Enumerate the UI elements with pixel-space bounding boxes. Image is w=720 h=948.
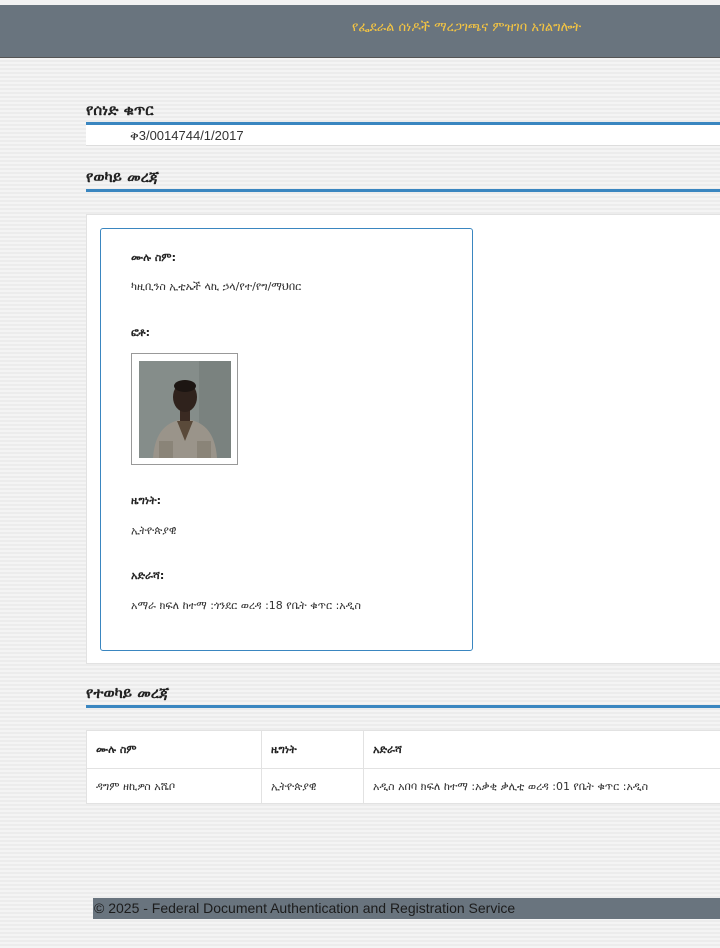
column-header-address: አድራሻ: [363, 731, 720, 769]
document-number-box: ቅ3/0014744/1/2017: [86, 125, 720, 146]
full-name-value: ካዚቢንስ ኢቲኤች ላኪ ኃላ/የተ/የግ/ማህበር: [131, 280, 302, 293]
agent-table: ሙሉ ስም ዜግነት አድራሻ ዳግም ዘኪዎስ አሼቦ ኢትዮጵያዊ አዲስ …: [87, 731, 720, 804]
nationality-label: ዜግነት:: [131, 494, 162, 507]
agent-table-wrap: ሙሉ ስም ዜግነት አድራሻ ዳግም ዘኪዎስ አሼቦ ኢትዮጵያዊ አዲስ …: [86, 730, 720, 804]
principal-card: ሙሉ ስም: ካዚቢንስ ኢቲኤች ላኪ ኃላ/የተ/የግ/ማህበር ፎቶ: ዜ…: [100, 228, 473, 651]
agent-info-rule: [86, 705, 720, 708]
agent-full-name: ዳግም ዘኪዎስ አሼቦ: [87, 768, 262, 804]
document-number: ቅ3/0014744/1/2017: [130, 128, 244, 143]
table-row: ዳግም ዘኪዎስ አሼቦ ኢትዮጵያዊ አዲስ አበባ ክፍለ ከተማ :አቃቂ…: [87, 768, 720, 804]
principal-photo: [139, 361, 231, 458]
site-title[interactable]: የፌደራል ሰነዶች ማረጋገጫና ምዝገባ አገልግሎት: [352, 20, 581, 35]
nationality-value: ኢትዮጵያዊ: [131, 524, 177, 537]
column-header-full-name: ሙሉ ስም: [87, 731, 262, 769]
site-header: የፌደራል ሰነዶች ማረጋገጫና ምዝገባ አገልግሎት: [0, 5, 720, 58]
agent-nationality: ኢትዮጵያዊ: [261, 768, 364, 804]
document-number-heading: የሰነድ ቁጥር: [86, 101, 154, 119]
agent-info-heading: የተወካይ መረጃ: [86, 684, 170, 702]
address-value: አማራ ክፍለ ከተማ :ጎንደር ወረዳ :18 የቤት ቁጥር :አዲስ: [131, 599, 361, 612]
site-footer: © 2025 - Federal Document Authentication…: [93, 898, 720, 919]
agent-table-header-row: ሙሉ ስም ዜግነት አድራሻ: [87, 731, 720, 769]
principal-info-heading: የወካይ መረጃ: [86, 168, 159, 186]
full-name-label: ሙሉ ስም:: [131, 251, 176, 264]
address-label: አድራሻ:: [131, 569, 165, 582]
footer-copyright: © 2025 - Federal Document Authentication…: [94, 900, 516, 916]
photo-frame: [131, 353, 238, 465]
agent-address: አዲስ አበባ ክፍለ ከተማ :አቃቂ ቃሊቲ ወረዳ :01 የቤት ቁጥር…: [373, 779, 649, 793]
principal-info-rule: [86, 189, 720, 192]
photo-label: ፎቶ:: [131, 326, 150, 339]
column-header-nationality: ዜግነት: [261, 731, 364, 769]
